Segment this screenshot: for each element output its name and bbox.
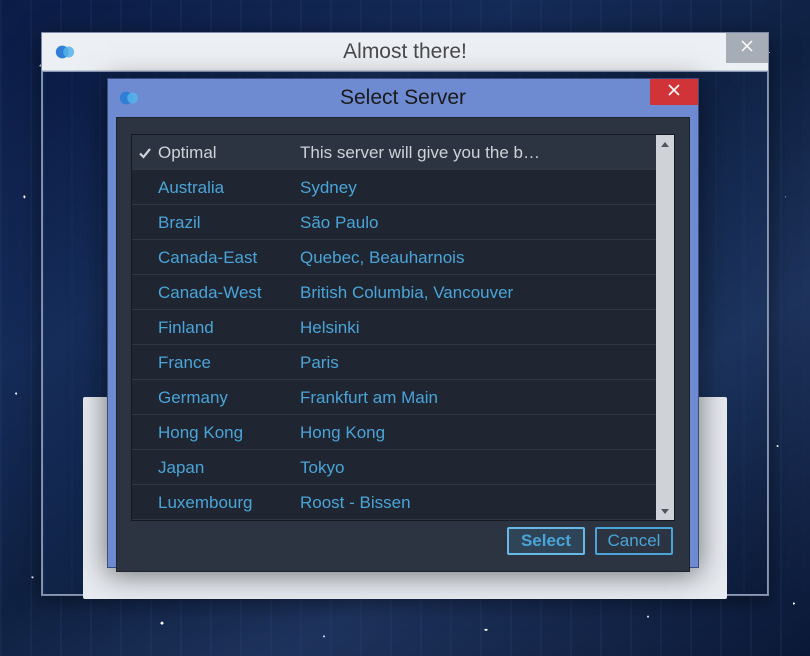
dialog-body: Optimal Australia Brazil Canada-East Canada-…: [116, 117, 690, 572]
select-button[interactable]: Select: [507, 527, 585, 555]
parent-window-title: Almost there!: [42, 40, 768, 64]
server-row[interactable]: Hong Kong: [132, 415, 296, 450]
server-location-row[interactable]: Tokyo: [296, 450, 656, 485]
dialog-title: Select Server: [108, 86, 698, 110]
app-logo-icon: [118, 87, 140, 109]
scroll-up-icon[interactable]: [656, 135, 674, 153]
server-name: France: [158, 353, 211, 372]
server-location-row[interactable]: Roost - Bissen: [296, 485, 656, 520]
server-row[interactable]: Optimal: [132, 135, 296, 170]
server-row[interactable]: Canada-East: [132, 240, 296, 275]
check-icon: [138, 135, 156, 170]
scrollbar[interactable]: [656, 135, 674, 520]
scroll-thumb[interactable]: [657, 153, 673, 463]
server-location-row[interactable]: São Paulo: [296, 205, 656, 240]
server-location-row[interactable]: Quebec, Beauharnois: [296, 240, 656, 275]
cancel-button[interactable]: Cancel: [595, 527, 673, 555]
server-row[interactable]: Luxembourg: [132, 485, 296, 520]
server-name: Germany: [158, 388, 228, 407]
server-row[interactable]: France: [132, 345, 296, 380]
parent-close-button[interactable]: [726, 33, 768, 63]
dialog-titlebar[interactable]: Select Server: [108, 79, 698, 117]
parent-titlebar[interactable]: Almost there!: [42, 33, 768, 71]
server-location-row[interactable]: This server will give you the b…: [296, 135, 656, 170]
server-row[interactable]: Australia: [132, 170, 296, 205]
server-location-row[interactable]: British Columbia, Vancouver: [296, 275, 656, 310]
server-location-row[interactable]: Frankfurt am Main: [296, 380, 656, 415]
select-server-dialog: Select Server Optimal Australia Brazil Cana…: [107, 78, 699, 568]
server-name: Brazil: [158, 213, 201, 232]
server-name: Hong Kong: [158, 423, 243, 442]
server-location-row[interactable]: Hong Kong: [296, 415, 656, 450]
server-row[interactable]: Japan: [132, 450, 296, 485]
server-name: Japan: [158, 458, 204, 477]
server-location-row[interactable]: Paris: [296, 345, 656, 380]
server-name: Canada-East: [158, 248, 257, 267]
server-list: Optimal Australia Brazil Canada-East Canada-…: [131, 134, 675, 521]
server-location-row[interactable]: Helsinki: [296, 310, 656, 345]
server-name-column: Optimal Australia Brazil Canada-East Canada-…: [132, 135, 296, 520]
close-icon: [668, 83, 680, 101]
server-row[interactable]: Brazil: [132, 205, 296, 240]
server-name: Australia: [158, 178, 224, 197]
close-icon: [741, 39, 753, 57]
server-name: Canada-West: [158, 283, 262, 302]
server-name: Luxembourg: [158, 493, 253, 512]
scroll-down-icon[interactable]: [656, 502, 674, 520]
server-name: Optimal: [158, 143, 217, 162]
server-location-row[interactable]: Sydney: [296, 170, 656, 205]
server-row[interactable]: Germany: [132, 380, 296, 415]
server-name: Finland: [158, 318, 214, 337]
server-row[interactable]: Canada-West: [132, 275, 296, 310]
dialog-actions: Select Cancel: [131, 521, 675, 561]
server-row[interactable]: Finland: [132, 310, 296, 345]
server-location-column: This server will give you the b…SydneySã…: [296, 135, 656, 520]
dialog-close-button[interactable]: [650, 79, 698, 105]
app-logo-icon: [54, 41, 76, 63]
